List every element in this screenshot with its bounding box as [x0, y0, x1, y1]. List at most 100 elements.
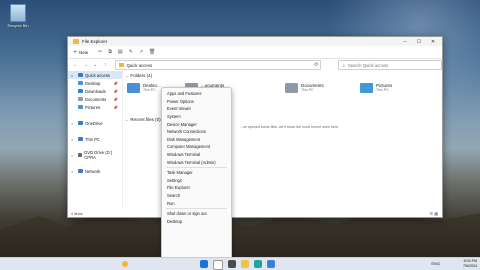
status-bar-count: 4 items: [71, 212, 83, 216]
search-input[interactable]: ⌕ Search Quick access: [338, 60, 442, 70]
chevron-down-icon: ⌄: [125, 116, 129, 122]
start-icon[interactable]: [200, 260, 208, 268]
sidebar-item[interactable]: Downloads 📌: [68, 87, 122, 95]
folders-section-header[interactable]: ⌄ Folders (4): [125, 71, 442, 79]
folder-location: This PC: [143, 88, 156, 92]
new-button[interactable]: + New: [73, 49, 88, 56]
sidebar-item[interactable]: Pictures 📌: [68, 103, 122, 111]
rename-icon[interactable]: ✎: [129, 49, 133, 55]
navigation-pane: v Quick access Desktop 📌 Downloads 📌 Documents…: [68, 71, 123, 209]
folder-tile[interactable]: Documents This PC: [285, 83, 324, 93]
sidebar-item[interactable]: Desktop 📌: [68, 79, 122, 87]
pin-icon: 📌: [113, 104, 118, 110]
address-text: Quick access: [126, 62, 153, 68]
menu-item[interactable]: Computer Management: [162, 143, 231, 151]
menu-item[interactable]: System: [162, 113, 231, 121]
address-folder-icon: [118, 63, 124, 67]
menu-item[interactable]: Disk Management: [162, 136, 231, 144]
folder-icon: [78, 97, 83, 101]
forward-arrow-icon[interactable]: →: [82, 62, 89, 68]
chevron-icon: >: [71, 168, 74, 174]
folder-icon: [78, 137, 83, 141]
chevron-icon: >: [71, 136, 74, 142]
copy-icon[interactable]: ⧉: [108, 49, 112, 55]
sidebar-item[interactable]: > This PC: [68, 135, 122, 143]
recycle-bin-desktop-icon[interactable]: Recycle Bin: [6, 4, 30, 28]
store-icon[interactable]: [267, 260, 275, 268]
paste-icon[interactable]: ▤: [118, 49, 123, 55]
chevron-down-icon: ⌄: [125, 72, 129, 78]
menu-item[interactable]: Task Manager: [162, 169, 231, 177]
menu-item[interactable]: Power Options: [162, 98, 231, 106]
maximize-button[interactable]: ☐: [412, 37, 426, 46]
pin-icon: 📌: [113, 80, 118, 86]
view-toggle-icons[interactable]: ☰ ▦: [430, 211, 438, 216]
folder-icon: [78, 121, 83, 125]
pin-icon: 📌: [113, 88, 118, 94]
up-arrow-icon[interactable]: ↑: [102, 62, 109, 68]
delete-icon[interactable]: 🗑: [149, 49, 155, 55]
folder-icon: [78, 105, 83, 109]
menu-item[interactable]: File Explorer: [162, 184, 231, 192]
title-bar[interactable]: File Explorer – ☐ ✕: [68, 37, 442, 46]
search-icon[interactable]: [213, 260, 223, 270]
folder-icon: [78, 81, 83, 85]
menu-item[interactable]: Event Viewer: [162, 105, 231, 113]
menu-item[interactable]: Search: [162, 192, 231, 200]
recent-chevron-icon[interactable]: ⌄: [92, 62, 99, 68]
sidebar-item-label: Pictures: [85, 104, 101, 110]
sidebar-item[interactable]: > DVD Drive (D:) CPRA: [68, 150, 122, 160]
menu-item[interactable]: Settings: [162, 177, 231, 185]
sidebar-item-label: Documents: [85, 96, 107, 102]
folder-icon: [78, 89, 83, 93]
task-view-icon[interactable]: [228, 260, 236, 268]
folder-tile[interactable]: Pictures This PC: [360, 83, 392, 93]
share-icon[interactable]: ↗: [139, 49, 143, 55]
chevron-icon: >: [71, 120, 74, 126]
menu-item[interactable]: Apps and Features: [162, 90, 231, 98]
clock[interactable]: 8:04 PM 7/6/2024: [463, 259, 477, 269]
sidebar-item[interactable]: > OneDrive: [68, 119, 122, 127]
close-button[interactable]: ✕: [426, 37, 440, 46]
widgets-icon[interactable]: [122, 261, 128, 267]
edge-icon[interactable]: [254, 260, 262, 268]
menu-item[interactable]: Run: [162, 199, 231, 207]
folder-location: This PC: [301, 88, 314, 92]
sidebar-item[interactable]: Documents 📌: [68, 95, 122, 103]
file-explorer-taskbar-icon[interactable]: [241, 260, 249, 268]
menu-item[interactable]: Device Manager: [162, 120, 231, 128]
folder-icon: [285, 83, 298, 93]
sidebar-item[interactable]: v Quick access: [68, 71, 122, 79]
folder-icon: [127, 83, 140, 93]
menu-item[interactable]: Network Connections: [162, 128, 231, 136]
recycle-bin-label: Recycle Bin: [7, 23, 29, 28]
refresh-icon[interactable]: ⟳: [314, 62, 318, 68]
address-bar[interactable]: Quick access ⟳: [114, 60, 322, 70]
folder-tile[interactable]: Deskto... This PC: [127, 83, 161, 93]
sidebar-item[interactable]: > Network: [68, 167, 122, 175]
menu-item[interactable]: Desktop: [162, 218, 231, 226]
sidebar-item-label: OneDrive: [85, 120, 103, 126]
sidebar-item-label: Network: [85, 168, 101, 174]
taskbar: ENG 8:04 PM 7/6/2024: [0, 257, 480, 270]
recent-section-header[interactable]: ⌄ Recent files (0): [125, 115, 161, 123]
menu-item[interactable]: Windows Terminal (Admin): [162, 158, 231, 166]
winx-context-menu: Apps and Features Power Options Event View…: [161, 87, 232, 261]
plus-icon: +: [73, 48, 78, 56]
minimize-button[interactable]: –: [398, 37, 412, 46]
folder-icon: [73, 39, 79, 44]
window-title: File Explorer: [82, 39, 108, 44]
system-tray-language[interactable]: ENG: [431, 261, 440, 266]
sidebar-item-label: Desktop: [85, 80, 101, 86]
search-placeholder: Search Quick access: [347, 62, 389, 68]
new-label: New: [79, 49, 89, 55]
menu-item[interactable]: Shut down or sign out: [162, 210, 231, 218]
taskbar-apps: [200, 260, 275, 270]
menu-item[interactable]: Windows Terminal: [162, 151, 231, 159]
sidebar-item-label: Quick access: [85, 72, 110, 78]
recycle-bin-icon: [10, 4, 26, 22]
cut-icon[interactable]: ✂: [98, 49, 102, 55]
sidebar-item-label: Downloads: [85, 88, 106, 94]
back-arrow-icon[interactable]: ←: [72, 62, 79, 68]
